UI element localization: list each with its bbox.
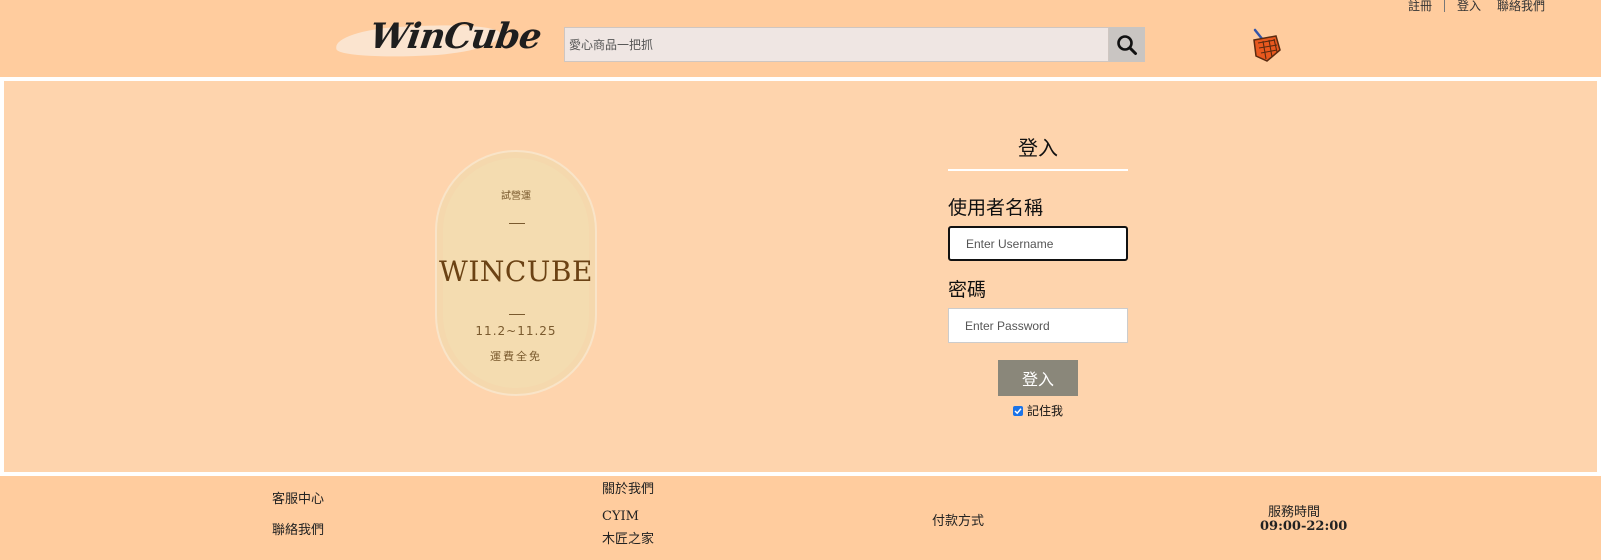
footer-hours-value: 09:00-22:00 — [1260, 519, 1348, 534]
basket-icon[interactable] — [1251, 28, 1281, 62]
promo-divider-top — [509, 223, 525, 224]
remember-checkbox[interactable] — [1012, 405, 1023, 416]
login-form: 登入 使用者名稱 密碼 登入 記住我 — [948, 132, 1128, 419]
search-icon — [1117, 34, 1137, 55]
divider — [1444, 0, 1446, 12]
search-bar — [564, 27, 1145, 62]
logo-text: WinCube — [367, 16, 544, 57]
login-submit-button[interactable]: 登入 — [998, 360, 1078, 396]
promo-top-text: 試營運 — [501, 191, 531, 202]
footer-about-item[interactable]: CYIM — [602, 509, 639, 524]
contact-link[interactable]: 聯絡我們 — [1497, 0, 1545, 14]
promo-dates: 11.2~11.25 — [475, 324, 557, 338]
footer-hours-title: 服務時間 — [1268, 505, 1321, 520]
main-content — [4, 81, 1597, 472]
footer-about-item[interactable]: 木匠之家 — [602, 528, 654, 547]
site-footer: 客服中心 聯絡我們 關於我們 CYIM 木匠之家 付款方式 服務時間 09:00… — [0, 476, 1601, 560]
check-icon — [1014, 407, 1022, 414]
site-logo[interactable]: WinCube — [335, 14, 543, 66]
search-button[interactable] — [1109, 27, 1145, 62]
login-link[interactable]: 登入 — [1457, 0, 1481, 14]
site-header: 註冊 登入 聯絡我們 WinCube — [0, 0, 1601, 77]
remember-label: 記住我 — [1026, 404, 1063, 418]
password-input[interactable] — [948, 308, 1128, 343]
search-input[interactable] — [564, 27, 1109, 62]
footer-contact-link[interactable]: 聯絡我們 — [272, 519, 324, 538]
promo-shipping: 運費全免 — [490, 350, 542, 363]
promo-badge: 試營運 WINCUBE 11.2~11.25 運費全免 — [435, 150, 597, 396]
footer-payment-title[interactable]: 付款方式 — [932, 510, 984, 529]
username-input[interactable] — [948, 226, 1128, 261]
footer-about-title: 關於我們 — [602, 482, 655, 497]
top-links: 註冊 登入 聯絡我們 — [1408, 0, 1545, 14]
login-title: 登入 — [948, 132, 1128, 171]
promo-brand: WINCUBE — [439, 255, 593, 288]
promo-divider-bottom — [509, 314, 525, 315]
footer-service-title: 客服中心 — [272, 492, 325, 507]
username-label: 使用者名稱 — [948, 197, 1044, 219]
remember-me: 記住我 — [948, 402, 1128, 419]
register-link[interactable]: 註冊 — [1408, 0, 1432, 14]
password-label: 密碼 — [948, 279, 987, 301]
